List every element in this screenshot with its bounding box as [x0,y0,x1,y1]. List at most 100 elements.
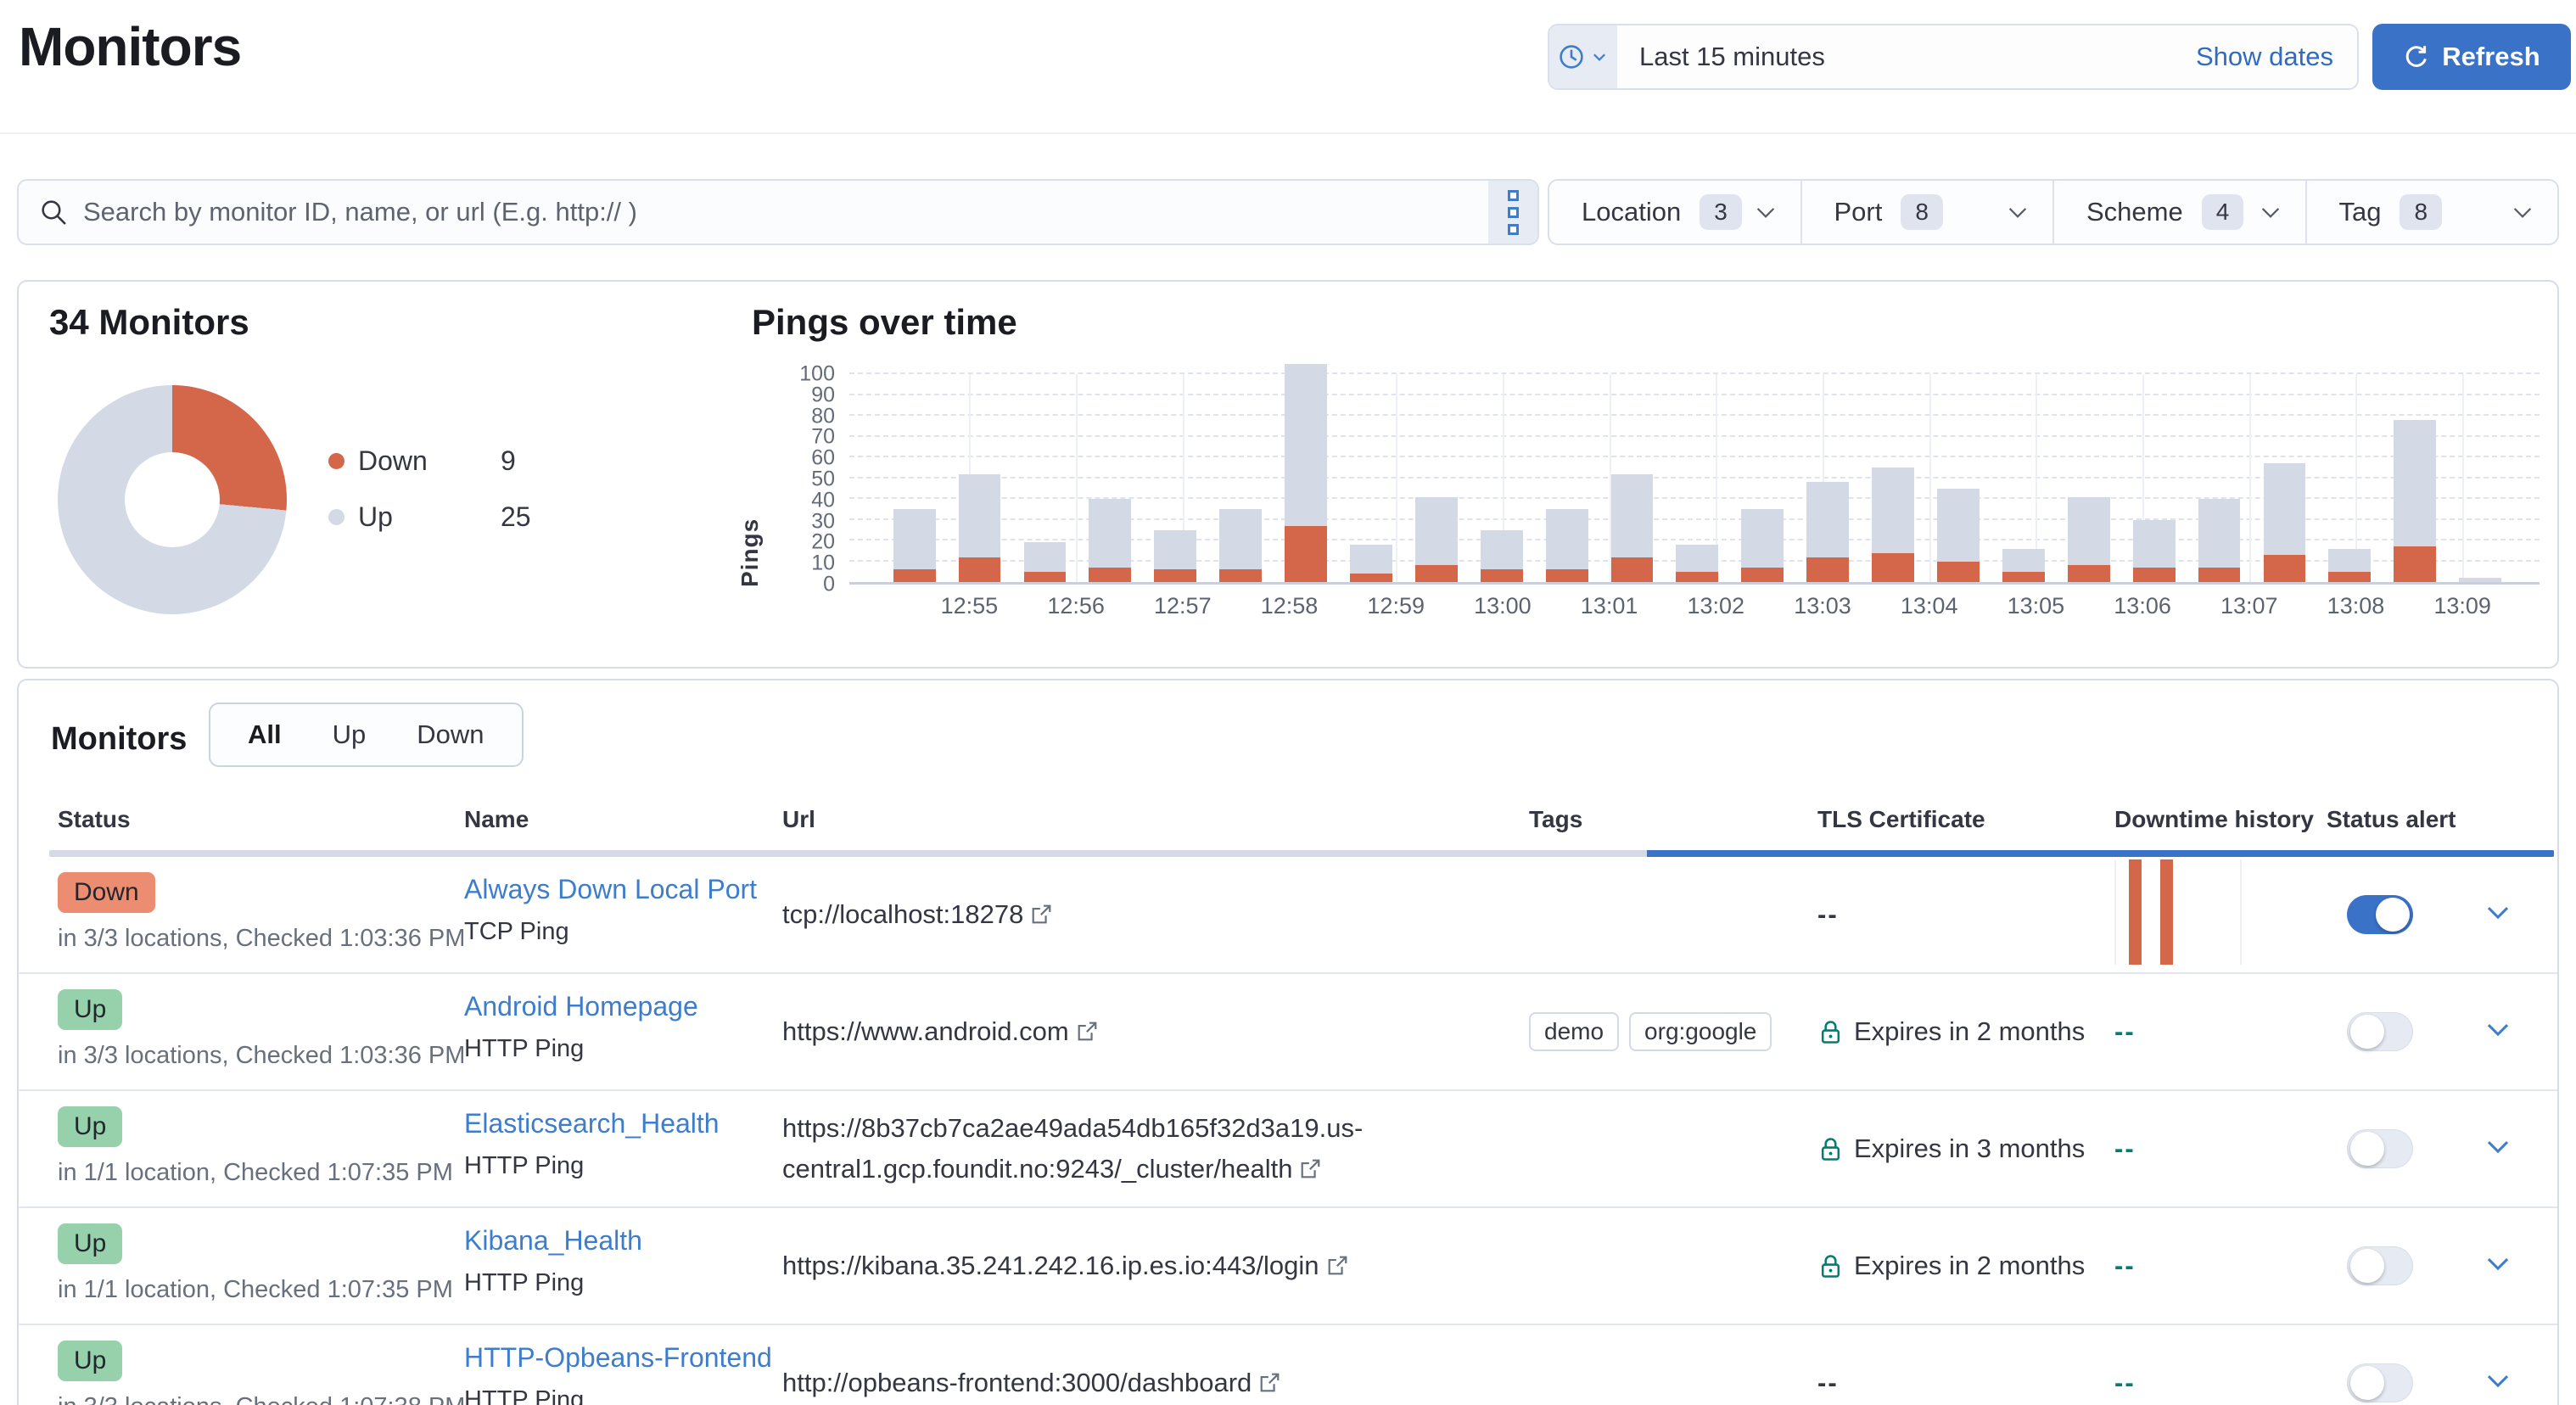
monitor-name-link[interactable]: HTTP-Opbeans-Frontend [464,1342,772,1374]
search-icon [39,198,68,227]
time-range-value[interactable]: Last 15 minutes [1617,25,2196,88]
gridline [849,456,2540,457]
pings-y-axis-label: Pings [736,392,764,587]
pings-bar [1219,509,1262,582]
gridline [2249,374,2251,582]
column-header-tags: Tags [1529,806,1817,833]
table-row: Upin 3/3 locations, Checked 1:07:38 PMHT… [19,1325,2557,1405]
monitor-name-link[interactable]: Kibana_Health [464,1225,642,1257]
x-tick-label: 13:01 [1581,593,1638,619]
status-detail: in 1/1 location, Checked 1:07:35 PM [58,1276,453,1304]
gridline [849,394,2540,395]
query-syntax-menu-button[interactable] [1488,181,1537,243]
pings-bar-down-segment [2198,568,2241,582]
square-icon [1508,224,1519,235]
table-loading-bar [49,850,2554,857]
toggle-knob [2350,1249,2384,1283]
square-icon [1508,207,1519,218]
x-tick-label: 13:06 [2114,593,2171,619]
downtime-bar [2160,859,2173,965]
pings-bar-down-segment [1024,572,1067,582]
pings-bar-down-segment [1089,568,1131,582]
uptime-monitors-page: Monitors Last 15 minutes Show dates Refr… [0,0,2576,1405]
x-tick-label: 12:57 [1154,593,1212,619]
tag-badge[interactable]: org:google [1629,1012,1772,1051]
y-tick-label: 80 [811,404,835,428]
filter-label: Scheme [2086,197,2183,227]
monitor-url[interactable]: http://opbeans-frontend:3000/dashboard [782,1368,1252,1397]
x-tick-label: 13:07 [2220,593,2278,619]
x-tick-label: 13:00 [1474,593,1532,619]
chevron-down-icon [2484,1133,2512,1162]
expand-row-button[interactable] [2467,1367,2557,1400]
monitor-name-link[interactable]: Android Homepage [464,991,698,1022]
toggle-knob [2350,1366,2384,1400]
downtime-empty-value: -- [2114,1368,2136,1397]
pings-chart-title: Pings over time [752,302,1017,343]
status-alert-toggle[interactable] [2347,1363,2413,1402]
tls-cell: Expires in 2 months [1817,1251,2114,1281]
x-tick-label: 12:59 [1367,593,1425,619]
status-badge: Up [58,989,122,1030]
status-alert-toggle[interactable] [2347,1012,2413,1051]
monitor-url[interactable]: https://kibana.35.241.242.16.ip.es.io:44… [782,1251,1319,1280]
pings-bar-down-segment [1154,569,1196,582]
downtime-history-cell: -- [2114,1368,2327,1398]
monitor-name-link[interactable]: Always Down Local Port [464,874,757,905]
filter-count-badge: 3 [1700,194,1742,230]
url-cell: tcp://localhost:18278 [782,894,1529,935]
x-tick-label: 13:09 [2433,593,2491,619]
expand-row-button[interactable] [2467,1133,2557,1166]
y-tick-label: 40 [811,488,835,512]
page-title: Monitors [19,15,241,78]
filter-location-button[interactable]: Location3 [1549,181,1800,243]
chevron-down-icon [2258,199,2283,225]
tab-up[interactable]: Up [307,719,392,750]
status-cell: Upin 1/1 location, Checked 1:07:35 PM [58,1208,464,1324]
pings-bar-down-segment [1806,557,1849,582]
x-tick-label: 13:05 [2008,593,2065,619]
show-dates-link[interactable]: Show dates [2196,25,2357,88]
expand-row-button[interactable] [2467,898,2557,932]
status-alert-toggle[interactable] [2347,895,2413,934]
monitor-type: HTTP Ping [464,1035,584,1063]
expand-row-button[interactable] [2467,1250,2557,1283]
pings-bar [2264,463,2306,582]
y-tick-label: 10 [811,551,835,576]
search-input[interactable] [68,197,1488,227]
pings-bar-down-segment [1285,526,1327,582]
tls-empty-value: -- [1817,1368,1839,1398]
gridline [1929,374,1931,582]
monitor-url[interactable]: tcp://localhost:18278 [782,899,1023,929]
pings-bar-down-segment [1350,574,1392,582]
downtime-history-chart [2114,859,2242,965]
x-tick-label: 13:04 [1901,593,1958,619]
legend-value: 25 [501,501,531,533]
filter-port-button[interactable]: Port8 [1800,181,2053,243]
donut-legend: Down9Up25 [328,441,531,553]
monitor-url[interactable]: https://www.android.com [782,1016,1069,1046]
x-tick-label: 13:02 [1688,593,1745,619]
tag-badge[interactable]: demo [1529,1012,1619,1051]
table-body: Downin 3/3 locations, Checked 1:03:36 PM… [19,857,2557,1405]
monitor-name-link[interactable]: Elasticsearch_Health [464,1108,720,1139]
table-row: Downin 3/3 locations, Checked 1:03:36 PM… [19,857,2557,974]
status-alert-toggle[interactable] [2347,1246,2413,1285]
tab-down[interactable]: Down [391,719,509,750]
filter-scheme-button[interactable]: Scheme4 [2052,181,2305,243]
time-picker-menu-button[interactable] [1549,25,1617,88]
pings-bar [2198,499,2241,582]
monitor-url[interactable]: https://8b37cb7ca2ae49ada54db165f32d3a19… [782,1113,1363,1184]
expand-row-button[interactable] [2467,1016,2557,1049]
filter-tag-button[interactable]: Tag8 [2305,181,2558,243]
square-icon [1508,190,1519,201]
pings-bar-down-segment [1481,569,1523,582]
status-detail: in 3/3 locations, Checked 1:03:36 PM [58,925,465,953]
refresh-button[interactable]: Refresh [2372,24,2571,90]
pings-bar [1676,545,1718,582]
chevron-down-icon [1753,199,1778,225]
downtime-history-cell: -- [2114,1016,2327,1047]
status-alert-toggle[interactable] [2347,1129,2413,1168]
x-tick-label: 13:03 [1794,593,1851,619]
tab-all[interactable]: All [222,719,307,750]
